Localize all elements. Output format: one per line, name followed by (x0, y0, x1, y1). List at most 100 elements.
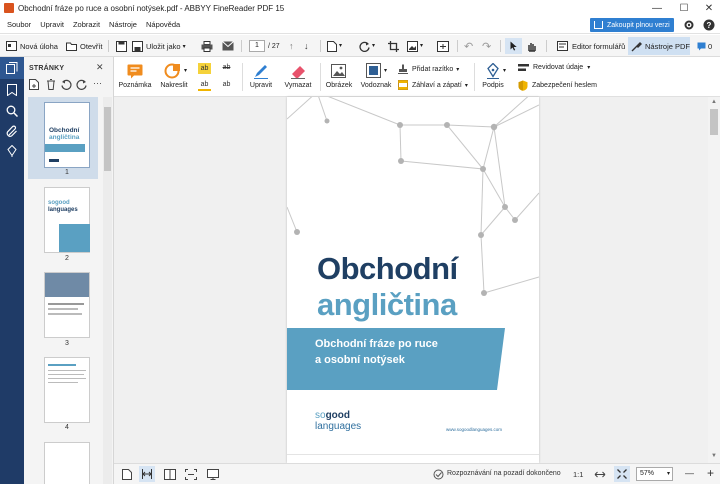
add-page-icon[interactable] (29, 79, 39, 90)
redact-label: Revidovat údaje (533, 64, 584, 71)
compare-icon[interactable] (437, 41, 449, 52)
scroll-down-arrow-icon[interactable]: ▼ (711, 453, 717, 459)
fit-width-view-button[interactable] (139, 466, 155, 482)
rotate-right-icon[interactable] (76, 79, 87, 90)
menu-view[interactable]: Zobrazit (73, 20, 100, 29)
thumb-1-title-1: Obchodní (49, 127, 80, 134)
redact-button[interactable]: Revidovat údaje ▾ (518, 63, 590, 72)
page-thumbnail-1[interactable]: Obchodní angličtina (44, 102, 90, 168)
fit-page-icon[interactable] (185, 469, 197, 480)
draw-button[interactable]: Nakreslit (156, 82, 192, 89)
image-page-icon[interactable] (407, 41, 418, 52)
header-footer-icon (398, 80, 408, 90)
add-page-icon[interactable] (327, 41, 337, 52)
brand-so: so (315, 410, 326, 421)
print-icon[interactable] (201, 41, 213, 52)
pages-scrollbar[interactable] (103, 97, 112, 484)
add-stamp-button[interactable]: Přidat razítko ▾ (398, 64, 459, 74)
pdf-tools-button[interactable]: Nástroje PDF (628, 37, 690, 55)
search-icon[interactable] (6, 105, 18, 117)
note-button[interactable]: Poznámka (117, 82, 153, 89)
zoom-level-select[interactable]: 57% ▾ (636, 467, 673, 481)
undo-icon[interactable]: ↶ (464, 40, 473, 53)
page-total: / 27 (268, 43, 280, 50)
help-icon[interactable]: ? (703, 19, 715, 31)
rotate-left-icon[interactable] (61, 79, 72, 90)
pages-panel-title: STRÁNKY (29, 65, 65, 72)
recognition-status: Rozpoznávání na pozadí dokončeno (447, 470, 561, 477)
attachment-icon[interactable] (6, 125, 18, 137)
hand-tool-icon[interactable] (526, 41, 537, 52)
signature-button[interactable]: Podpis (478, 82, 508, 89)
maximize-button[interactable]: ☐ (672, 0, 696, 16)
image-page-dropdown-icon[interactable]: ▾ (420, 42, 423, 49)
new-task-icon (6, 41, 17, 51)
watermark-button[interactable]: Vodoznak (358, 82, 394, 89)
pages-icon[interactable] (6, 62, 18, 74)
page-thumbnail-2[interactable]: sogood languages (44, 187, 90, 253)
single-page-view-icon[interactable] (122, 469, 132, 480)
actual-size-button[interactable]: 1:1 (573, 470, 583, 479)
bookmark-icon[interactable] (7, 84, 17, 96)
shield-icon (518, 80, 528, 91)
settings-gear-icon[interactable] (683, 19, 695, 31)
close-panel-icon[interactable]: ✕ (96, 62, 104, 73)
page-thumbnail-3[interactable] (44, 272, 90, 338)
rotate-icon[interactable] (359, 41, 370, 52)
redo-icon[interactable]: ↷ (482, 40, 491, 53)
image-button[interactable]: Obrázek (322, 82, 356, 89)
delete-page-icon[interactable] (46, 79, 56, 90)
comments-button[interactable]: 0 (697, 39, 712, 53)
rotate-dropdown-icon[interactable]: ▾ (372, 42, 375, 49)
fit-width-icon (142, 469, 152, 479)
password-protection-button[interactable]: Zabezpečení heslem (518, 80, 597, 91)
underline-text-icon[interactable]: ab (198, 80, 211, 91)
buy-full-version-button[interactable]: Zakoupit plnou verzi (590, 18, 674, 32)
erase-button[interactable]: Vymazat (279, 82, 317, 89)
edit-button[interactable]: Upravit (244, 82, 278, 89)
form-editor-icon (557, 41, 568, 51)
scroll-up-arrow-icon[interactable]: ▲ (711, 99, 717, 105)
previous-page-arrow-icon[interactable]: ↑ (289, 41, 294, 51)
menu-help[interactable]: Nápověda (146, 20, 180, 29)
close-window-button[interactable]: ✕ (697, 0, 720, 16)
menu-tools[interactable]: Nástroje (109, 20, 137, 29)
form-editor-button[interactable]: Editor formulářů (557, 39, 625, 53)
signature-pen-icon[interactable] (7, 145, 17, 157)
save-icon[interactable] (116, 41, 127, 52)
header-footer-button[interactable]: Záhlaví a zápatí ▾ (398, 80, 468, 90)
insert-text-icon[interactable]: ab (220, 80, 233, 91)
highlight-text-icon[interactable]: ab (198, 63, 211, 74)
document-scrollbar-thumb[interactable] (710, 109, 718, 135)
page-thumbnail-5[interactable] (44, 442, 90, 484)
strikethrough-text-icon[interactable]: ab (220, 63, 233, 74)
two-page-view-icon[interactable] (164, 469, 176, 480)
save-as-label: Uložit jako (146, 41, 181, 51)
minimize-button[interactable]: — (645, 0, 669, 16)
page-number-input[interactable]: 1 (249, 40, 265, 52)
fit-width-arrows-icon[interactable] (594, 470, 606, 479)
menu-edit[interactable]: Upravit (40, 20, 64, 29)
email-icon[interactable] (222, 41, 234, 51)
open-button[interactable]: Otevřít (66, 39, 103, 53)
zoom-in-button[interactable]: + (707, 466, 714, 480)
pdf-tools-ribbon: Poznámka ▾ Nakreslit ab ab ab ab Upravit… (114, 57, 720, 97)
document-scrollbar[interactable]: ▲ ▼ (708, 97, 720, 463)
new-task-button[interactable]: Nová úloha (6, 39, 58, 53)
zoom-out-button[interactable]: — (685, 468, 694, 478)
menu-file[interactable]: Soubor (7, 20, 31, 29)
next-page-arrow-icon[interactable]: ↓ (304, 41, 309, 51)
fit-page-button[interactable] (614, 466, 630, 482)
side-icon-strip (0, 57, 24, 484)
select-tool-button[interactable] (505, 38, 522, 54)
save-as-button[interactable]: Uložit jako ▾ (132, 39, 186, 53)
pdf-tools-icon (631, 41, 642, 51)
header-footer-label: Záhlaví a zápatí (412, 81, 462, 89)
crop-icon[interactable] (388, 41, 399, 52)
brand-languages: languages (315, 421, 362, 432)
page-thumbnail-4[interactable] (44, 357, 90, 423)
more-options-icon[interactable]: ··· (93, 78, 102, 88)
presentation-mode-icon[interactable] (207, 469, 219, 480)
add-page-dropdown-icon[interactable]: ▾ (339, 42, 342, 49)
pages-scrollbar-thumb[interactable] (104, 107, 111, 171)
